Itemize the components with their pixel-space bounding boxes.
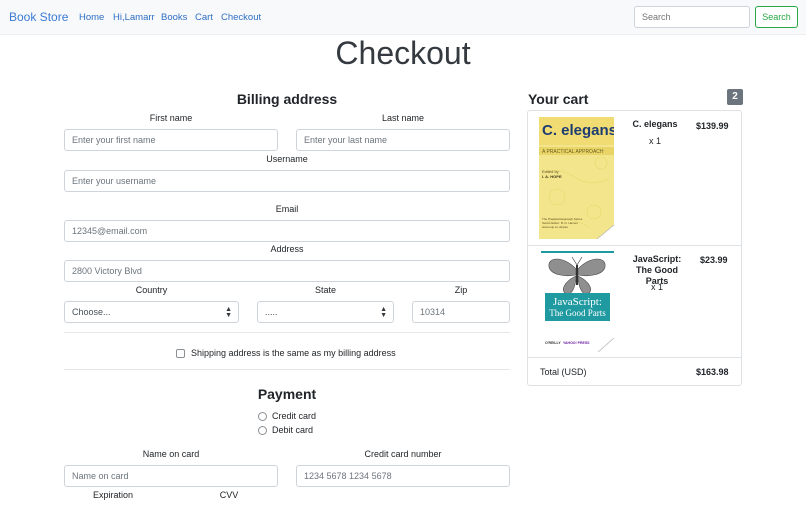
navbar: Book Store Home Hi,Lamarr Books Cart Che… <box>0 0 806 35</box>
credit-card-radio[interactable] <box>258 411 267 421</box>
same-address-label: Shipping address is the same as my billi… <box>191 348 396 358</box>
cover-editor: I. A. HOPE <box>542 174 562 179</box>
card-number-label: Credit card number <box>364 449 442 459</box>
name-on-card-label: Name on card <box>142 449 200 459</box>
name-on-card-input[interactable] <box>64 465 278 487</box>
cart-total-value: $163.98 <box>696 367 729 377</box>
cart-divider <box>528 245 741 246</box>
search-input[interactable] <box>634 6 750 28</box>
nav-link-cart[interactable]: Cart <box>195 12 213 23</box>
address-label: Address <box>270 244 304 254</box>
last-name-input[interactable] <box>296 129 510 151</box>
same-address-checkbox-row[interactable]: Shipping address is the same as my billi… <box>176 348 396 358</box>
credit-card-label: Credit card <box>272 411 317 421</box>
debit-card-label: Debit card <box>272 425 314 435</box>
address-input[interactable] <box>64 260 510 282</box>
book-cover-image: C. elegans A PRACTICAL APPROACH Edited b… <box>539 117 614 239</box>
last-name-label: Last name <box>381 113 425 123</box>
nav-link-books[interactable]: Books <box>161 12 187 23</box>
payment-heading: Payment <box>257 386 317 402</box>
cart-count-badge: 2 <box>727 89 743 105</box>
country-select[interactable]: Choose... ▲ ▼ <box>64 301 239 323</box>
book-cover-image: JavaScript: The Good Parts O'REILLY YAHO… <box>541 251 614 352</box>
expiration-label: Expiration <box>92 490 134 500</box>
zip-input[interactable] <box>412 301 510 323</box>
email-input[interactable] <box>64 220 510 242</box>
nav-link-user[interactable]: Hi,Lamarr <box>113 12 155 23</box>
username-input[interactable] <box>64 170 510 192</box>
divider <box>64 332 510 333</box>
cart-item-qty: x 1 <box>649 136 662 146</box>
search-button[interactable]: Search <box>755 6 798 28</box>
payment-method-debit[interactable]: Debit card <box>258 425 313 435</box>
cart-item-price: $139.99 <box>696 121 729 131</box>
cover-title-line1: JavaScript: <box>553 296 602 308</box>
username-label: Username <box>266 154 308 164</box>
cart-item-qty: x 1 <box>651 282 664 292</box>
chevron-updown-icon: ▲ ▼ <box>380 306 387 319</box>
cvv-label: CVV <box>219 490 239 500</box>
country-select-value: Choose... <box>72 307 111 317</box>
country-label: Country <box>135 285 168 295</box>
cart-item-price: $23.99 <box>700 255 728 265</box>
state-label: State <box>314 285 336 295</box>
chevron-updown-icon: ▲ ▼ <box>225 306 232 319</box>
cover-series-url: www.oup.co.uk/pas <box>542 225 568 229</box>
state-select[interactable]: ..... ▲ ▼ <box>257 301 394 323</box>
cart-item-name: C. elegans <box>632 119 678 129</box>
divider <box>64 369 510 370</box>
cover-publisher: O'REILLY <box>545 341 561 345</box>
billing-heading: Billing address <box>236 91 338 107</box>
cart-heading: Your cart <box>528 91 589 107</box>
first-name-label: First name <box>149 113 193 123</box>
first-name-input[interactable] <box>64 129 278 151</box>
cover-title-line2: The Good Parts <box>549 308 606 318</box>
cover-subtitle: A PRACTICAL APPROACH <box>542 149 604 155</box>
same-address-checkbox[interactable] <box>176 348 185 358</box>
nav-link-checkout[interactable]: Checkout <box>221 12 261 23</box>
page-title: Checkout <box>335 35 471 71</box>
cover-imprint: YAHOO! PRESS <box>563 341 590 345</box>
zip-label: Zip <box>454 285 468 295</box>
payment-method-credit[interactable]: Credit card <box>258 411 316 421</box>
debit-card-radio[interactable] <box>258 425 267 435</box>
nav-link-home[interactable]: Home <box>79 12 104 23</box>
brand-link[interactable]: Book Store <box>9 10 68 24</box>
cart-divider <box>528 357 741 358</box>
state-select-value: ..... <box>265 307 278 317</box>
cart-total-label: Total (USD) <box>540 367 587 377</box>
email-label: Email <box>275 204 299 214</box>
cover-title: C. elegans <box>542 122 614 139</box>
card-number-input[interactable] <box>296 465 510 487</box>
